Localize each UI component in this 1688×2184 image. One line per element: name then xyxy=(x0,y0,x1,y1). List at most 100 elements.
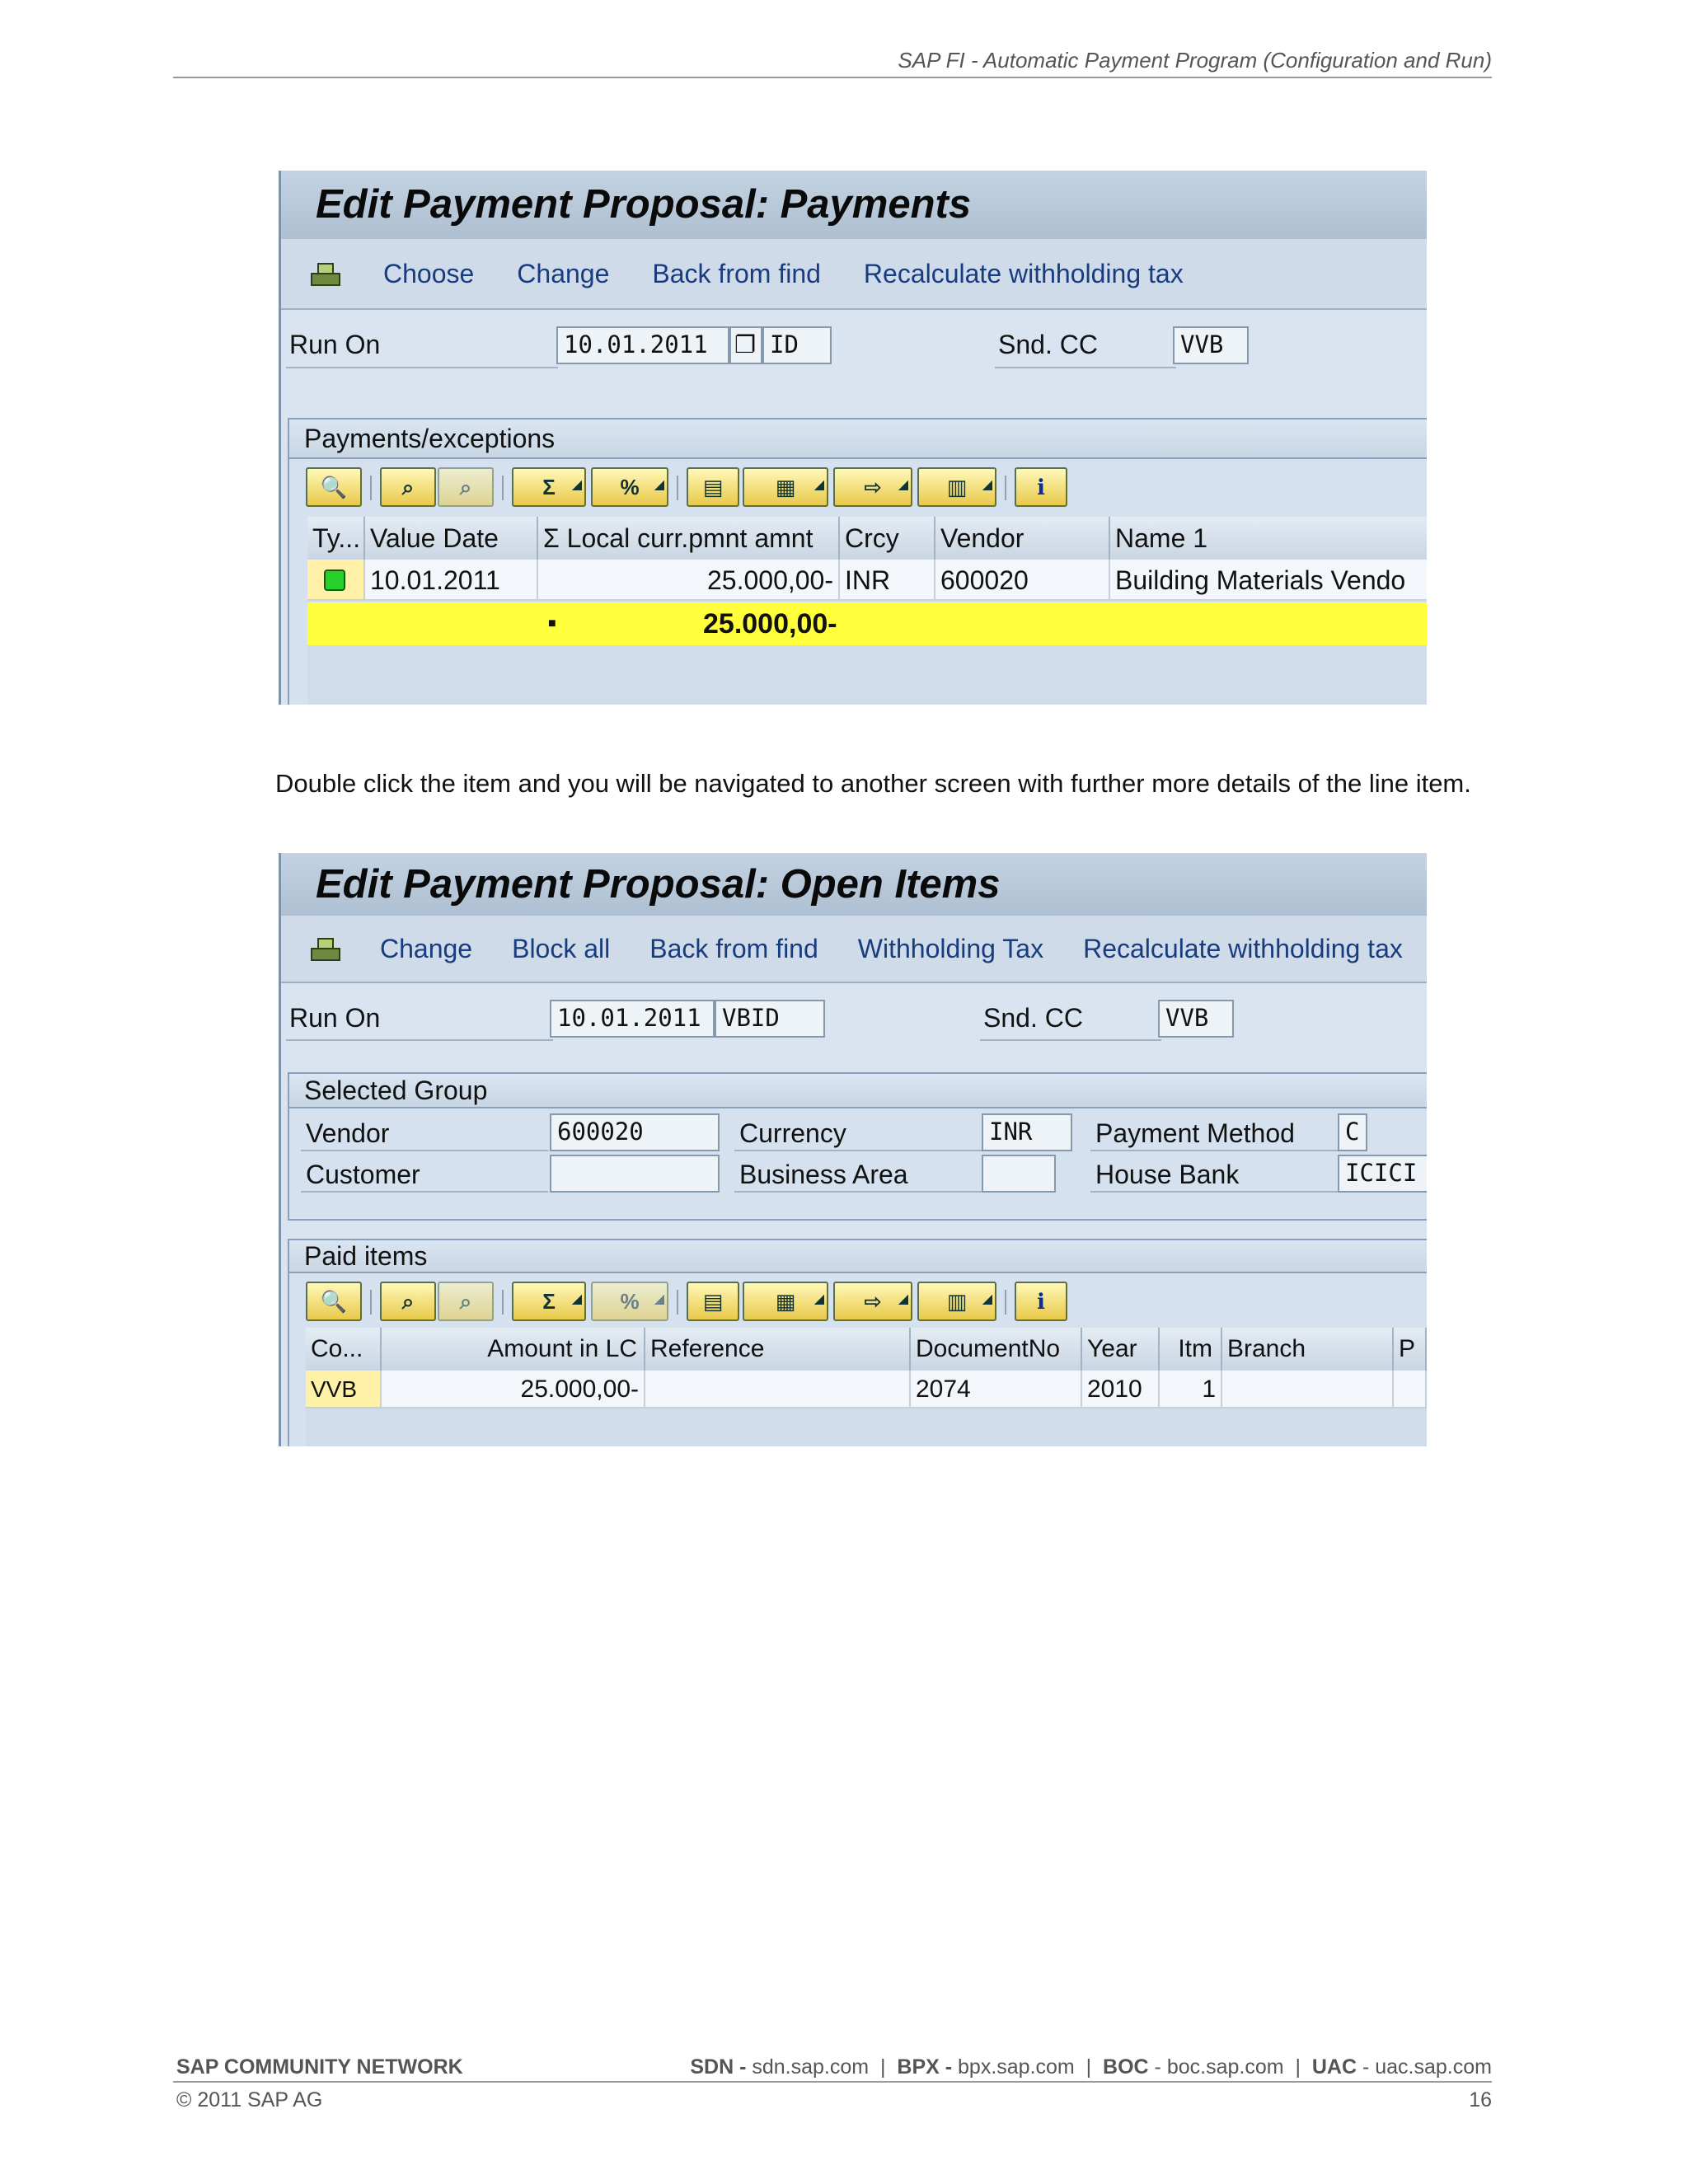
back-from-find-button[interactable]: Back from find xyxy=(652,259,821,289)
copy-icon[interactable]: ❐ xyxy=(729,326,762,364)
column-header-p[interactable]: P xyxy=(1394,1328,1427,1371)
toolbar-separator xyxy=(677,476,678,500)
choose-button[interactable]: Choose xyxy=(383,259,474,289)
run-on-id-field[interactable]: VBID xyxy=(715,1000,825,1038)
column-header-amount[interactable]: Σ Local curr.pmnt amnt xyxy=(538,517,840,560)
status-cell[interactable] xyxy=(307,560,365,601)
snd-cc-field[interactable]: VVB xyxy=(1173,326,1249,364)
column-header-vendor[interactable]: Vendor xyxy=(935,517,1110,560)
column-header-amount[interactable]: Amount in LC xyxy=(382,1328,645,1371)
run-on-date-field[interactable]: 10.01.2011 xyxy=(550,1000,715,1038)
snd-cc-label: Snd. CC xyxy=(998,330,1098,359)
vendor-cell[interactable]: 600020 xyxy=(935,560,1110,601)
label-underline xyxy=(301,1150,548,1151)
layout-icon[interactable]: ▥ ◢ xyxy=(917,1282,996,1321)
find-icon[interactable]: ⌕ xyxy=(380,1282,436,1321)
footer-link[interactable]: bpx.sap.com xyxy=(958,2055,1075,2079)
block-all-button[interactable]: Block all xyxy=(512,934,610,964)
recalculate-withholding-tax-button[interactable]: Recalculate withholding tax xyxy=(864,259,1184,289)
branch-cell[interactable] xyxy=(1222,1371,1394,1408)
year-cell[interactable]: 2010 xyxy=(1082,1371,1160,1408)
footer-link[interactable]: sdn.sap.com xyxy=(752,2055,869,2079)
find-next-icon[interactable]: ⌕ xyxy=(438,467,494,507)
vendor-label: Vendor xyxy=(306,1118,390,1148)
document-no-cell[interactable]: 2074 xyxy=(911,1371,1082,1408)
value-date-cell[interactable]: 10.01.2011 xyxy=(365,560,538,601)
item-cell[interactable]: 1 xyxy=(1160,1371,1222,1408)
label-underline xyxy=(995,367,1176,368)
views-icon[interactable]: ▦ ◢ xyxy=(743,1282,828,1321)
payment-method-label: Payment Method xyxy=(1095,1118,1295,1148)
company-cell[interactable]: VVB xyxy=(306,1371,382,1408)
label-underline xyxy=(301,1191,548,1193)
green-status-icon xyxy=(324,569,345,591)
toolbar-separator xyxy=(502,476,504,500)
customer-label: Customer xyxy=(306,1160,420,1189)
payment-method-field[interactable]: C xyxy=(1338,1113,1367,1151)
subtotal-icon[interactable]: % ◢ xyxy=(591,1282,668,1321)
export-icon[interactable]: ⇨ ◢ xyxy=(833,467,912,507)
header-divider xyxy=(173,77,1492,78)
sap-screen-payments: Edit Payment Proposal: Payments Choose C… xyxy=(279,171,1427,705)
print-icon[interactable] xyxy=(309,260,342,288)
recalculate-withholding-tax-button[interactable]: Recalculate withholding tax xyxy=(1083,934,1403,964)
footer-link[interactable]: boc.sap.com xyxy=(1167,2055,1284,2079)
column-header-item[interactable]: Itm xyxy=(1160,1328,1222,1371)
empty-table-area xyxy=(307,645,1427,705)
name-cell[interactable]: Building Materials Vendo xyxy=(1110,560,1427,601)
column-header-type[interactable]: Ty... xyxy=(307,517,365,560)
amount-cell[interactable]: 25.000,00- xyxy=(538,560,840,601)
document-header-title: SAP FI - Automatic Payment Program (Conf… xyxy=(898,48,1492,73)
page-number: 16 xyxy=(1469,2088,1492,2111)
print-preview-icon[interactable]: ▤ xyxy=(687,467,739,507)
find-icon[interactable]: ⌕ xyxy=(380,467,436,507)
views-icon[interactable]: ▦ ◢ xyxy=(743,467,828,507)
column-header-year[interactable]: Year xyxy=(1082,1328,1160,1371)
column-header-company[interactable]: Co... xyxy=(306,1328,382,1371)
layout-icon[interactable]: ▥ ◢ xyxy=(917,467,996,507)
footer-link-label: UAC xyxy=(1311,2055,1357,2079)
group-title: Payments/exceptions xyxy=(289,419,1427,459)
column-header-name[interactable]: Name 1 xyxy=(1110,517,1427,560)
info-icon[interactable]: ℹ xyxy=(1015,467,1067,507)
column-header-currency[interactable]: Crcy xyxy=(840,517,935,560)
sum-icon[interactable]: Σ ◢ xyxy=(512,1282,586,1321)
vendor-field[interactable]: 600020 xyxy=(550,1113,720,1151)
house-bank-field[interactable]: ICICI xyxy=(1338,1155,1427,1193)
alv-toolbar: 🔍 ⌕ ⌕ Σ ◢ % ◢ ▤ ▦ ◢ ⇨ ◢ ▥ ◢ ℹ xyxy=(289,459,1427,517)
footer-link[interactable]: uac.sap.com xyxy=(1375,2055,1492,2079)
subtotal-icon[interactable]: % ◢ xyxy=(591,467,668,507)
column-header-value-date[interactable]: Value Date xyxy=(365,517,538,560)
amount-cell[interactable]: 25.000,00- xyxy=(382,1371,645,1408)
export-icon[interactable]: ⇨ ◢ xyxy=(833,1282,912,1321)
details-icon[interactable]: 🔍 xyxy=(306,1282,362,1321)
reference-cell[interactable] xyxy=(645,1371,911,1408)
customer-field[interactable] xyxy=(550,1155,720,1193)
currency-field[interactable]: INR xyxy=(982,1113,1072,1151)
info-icon[interactable]: ℹ xyxy=(1015,1282,1067,1321)
column-header-branch[interactable]: Branch xyxy=(1222,1328,1394,1371)
column-header-document-no[interactable]: DocumentNo xyxy=(911,1328,1082,1371)
run-on-id-field[interactable]: ID xyxy=(762,326,832,364)
total-amount: 25.000,00- xyxy=(703,608,837,640)
label-underline xyxy=(980,1039,1161,1041)
business-area-field[interactable] xyxy=(982,1155,1056,1193)
details-icon[interactable]: 🔍 xyxy=(306,467,362,507)
print-icon[interactable] xyxy=(309,935,342,963)
currency-cell[interactable]: INR xyxy=(840,560,935,601)
p-cell[interactable] xyxy=(1394,1371,1427,1408)
house-bank-label: House Bank xyxy=(1095,1160,1240,1189)
change-button[interactable]: Change xyxy=(380,934,472,964)
change-button[interactable]: Change xyxy=(517,259,609,289)
withholding-tax-button[interactable]: Withholding Tax xyxy=(858,934,1043,964)
run-on-date-field[interactable]: 10.01.2011 xyxy=(556,326,729,364)
business-area-label: Business Area xyxy=(739,1160,908,1189)
back-from-find-button[interactable]: Back from find xyxy=(649,934,818,964)
sum-icon[interactable]: Σ ◢ xyxy=(512,467,586,507)
company-code: VVB xyxy=(311,1376,358,1402)
find-next-icon[interactable]: ⌕ xyxy=(438,1282,494,1321)
toolbar-separator xyxy=(370,476,372,500)
print-preview-icon[interactable]: ▤ xyxy=(687,1282,739,1321)
column-header-reference[interactable]: Reference xyxy=(645,1328,911,1371)
snd-cc-field[interactable]: VVB xyxy=(1158,1000,1234,1038)
